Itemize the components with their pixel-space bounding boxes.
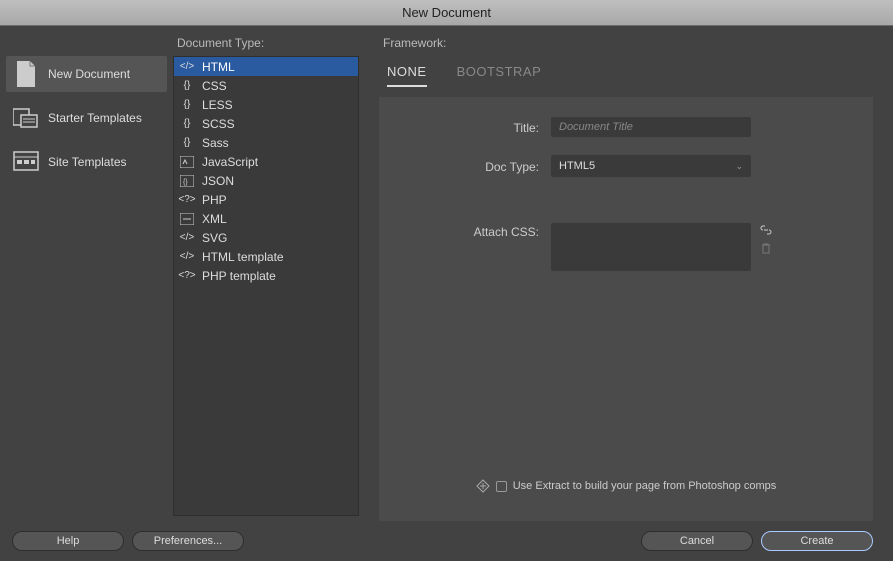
doctype-item-label: SVG bbox=[202, 231, 227, 245]
braces-icon: {} bbox=[178, 117, 196, 131]
extract-checkbox[interactable] bbox=[496, 481, 507, 492]
doctype-item-php-template[interactable]: <?> PHP template bbox=[174, 266, 358, 285]
svg-text:{}: {} bbox=[183, 179, 188, 186]
sidebar-item-starter-templates[interactable]: Starter Templates bbox=[6, 100, 167, 136]
trash-icon[interactable] bbox=[759, 241, 773, 255]
xml-icon bbox=[178, 212, 196, 226]
framework-header: Framework: bbox=[379, 36, 873, 56]
doctype-item-php[interactable]: <?> PHP bbox=[174, 190, 358, 209]
extract-icon bbox=[476, 479, 490, 493]
attach-css-list[interactable] bbox=[551, 223, 751, 271]
doctype-item-svg[interactable]: </> SVG bbox=[174, 228, 358, 247]
doctype-item-scss[interactable]: {} SCSS bbox=[174, 114, 358, 133]
doctype-select[interactable]: HTML5 ⌄ bbox=[551, 155, 751, 177]
php-icon: <?> bbox=[178, 269, 196, 283]
doctype-item-label: HTML bbox=[202, 60, 235, 74]
document-icon bbox=[12, 60, 40, 88]
doctype-item-label: LESS bbox=[202, 98, 233, 112]
site-templates-icon bbox=[12, 148, 40, 176]
category-sidebar: New Document Starter Templates Site Temp… bbox=[0, 26, 173, 521]
sidebar-item-label: New Document bbox=[48, 67, 130, 81]
doctype-list: </> HTML {} CSS {} LESS {} SCSS {} Sass bbox=[173, 56, 359, 516]
doctype-item-label: HTML template bbox=[202, 250, 284, 264]
doctype-item-html-template[interactable]: </> HTML template bbox=[174, 247, 358, 266]
braces-icon: {} bbox=[178, 98, 196, 112]
json-icon: {} bbox=[178, 174, 196, 188]
doctype-item-less[interactable]: {} LESS bbox=[174, 95, 358, 114]
sidebar-item-label: Starter Templates bbox=[48, 111, 142, 125]
code-icon: </> bbox=[178, 60, 196, 74]
js-icon bbox=[178, 155, 196, 169]
window-title: New Document bbox=[402, 5, 491, 20]
doctype-item-css[interactable]: {} CSS bbox=[174, 76, 358, 95]
doctype-item-json[interactable]: {} JSON bbox=[174, 171, 358, 190]
extract-row: Use Extract to build your page from Phot… bbox=[409, 479, 843, 511]
title-input[interactable] bbox=[551, 117, 751, 137]
doctype-item-xml[interactable]: XML bbox=[174, 209, 358, 228]
attach-css-label: Attach CSS: bbox=[409, 223, 539, 239]
code-icon: </> bbox=[178, 231, 196, 245]
tab-bootstrap[interactable]: BOOTSTRAP bbox=[457, 64, 542, 87]
doctype-item-label: SCSS bbox=[202, 117, 235, 131]
braces-icon: {} bbox=[178, 136, 196, 150]
framework-column: Framework: NONE BOOTSTRAP Title: Doc Typ… bbox=[359, 26, 893, 521]
link-css-icon[interactable] bbox=[759, 223, 773, 237]
code-icon: </> bbox=[178, 250, 196, 264]
help-button[interactable]: Help bbox=[12, 531, 124, 551]
doctype-header: Document Type: bbox=[173, 36, 359, 56]
chevron-down-icon: ⌄ bbox=[735, 161, 743, 172]
doctype-item-label: Sass bbox=[202, 136, 229, 150]
preferences-button[interactable]: Preferences... bbox=[132, 531, 244, 551]
starter-templates-icon bbox=[12, 104, 40, 132]
php-icon: <?> bbox=[178, 193, 196, 207]
doctype-label: Doc Type: bbox=[409, 158, 539, 174]
dialog-footer: Help Preferences... Cancel Create bbox=[0, 521, 893, 561]
sidebar-item-site-templates[interactable]: Site Templates bbox=[6, 144, 167, 180]
sidebar-item-label: Site Templates bbox=[48, 155, 127, 169]
title-label: Title: bbox=[409, 119, 539, 135]
doctype-select-value: HTML5 bbox=[559, 160, 595, 172]
doctype-item-label: XML bbox=[202, 212, 227, 226]
doctype-column: Document Type: </> HTML {} CSS {} LESS {… bbox=[173, 26, 359, 521]
doctype-item-label: JSON bbox=[202, 174, 234, 188]
framework-tabs: NONE BOOTSTRAP bbox=[387, 64, 873, 87]
extract-label: Use Extract to build your page from Phot… bbox=[513, 480, 777, 492]
doctype-item-label: PHP bbox=[202, 193, 227, 207]
doctype-item-label: JavaScript bbox=[202, 155, 258, 169]
doctype-item-javascript[interactable]: JavaScript bbox=[174, 152, 358, 171]
doctype-item-label: CSS bbox=[202, 79, 227, 93]
form-panel: Title: Doc Type: HTML5 ⌄ Attach CSS: bbox=[379, 97, 873, 521]
cancel-button[interactable]: Cancel bbox=[641, 531, 753, 551]
doctype-item-label: PHP template bbox=[202, 269, 276, 283]
create-button[interactable]: Create bbox=[761, 531, 873, 551]
doctype-item-html[interactable]: </> HTML bbox=[174, 57, 358, 76]
sidebar-item-new-document[interactable]: New Document bbox=[6, 56, 167, 92]
braces-icon: {} bbox=[178, 79, 196, 93]
tab-none[interactable]: NONE bbox=[387, 64, 427, 87]
window-titlebar: New Document bbox=[0, 0, 893, 26]
doctype-item-sass[interactable]: {} Sass bbox=[174, 133, 358, 152]
